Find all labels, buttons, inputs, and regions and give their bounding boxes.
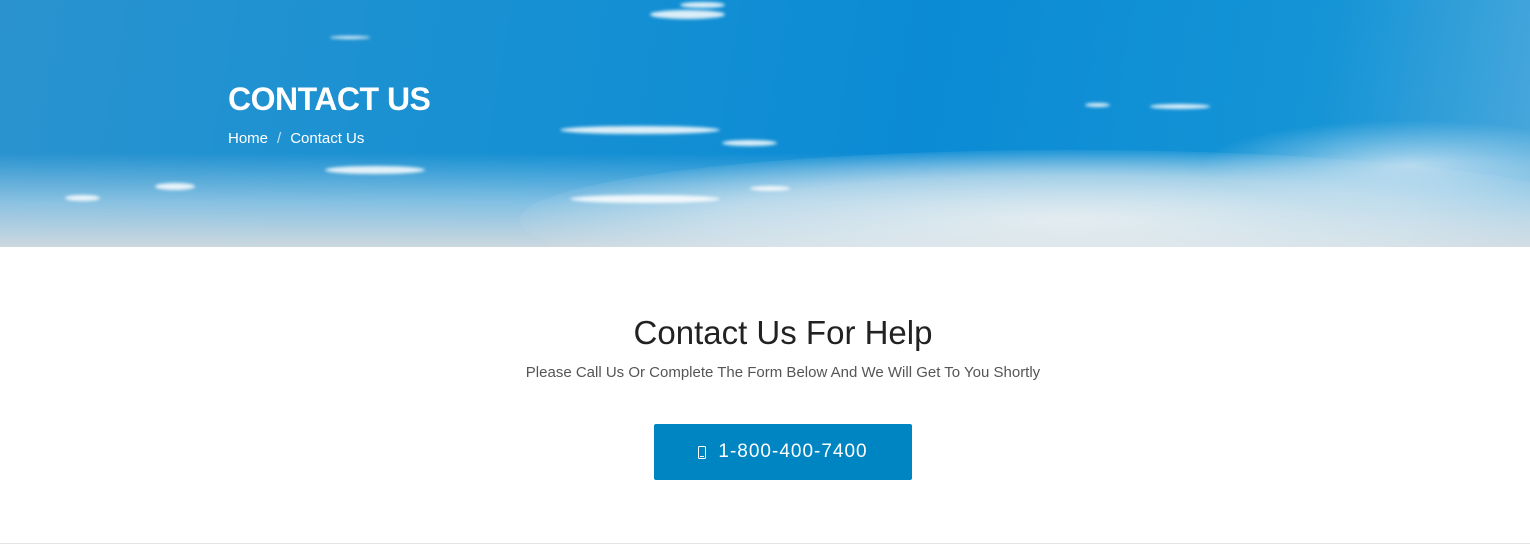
cloud [750, 186, 790, 191]
cloud [680, 2, 725, 8]
cloud [570, 195, 720, 203]
hero-content: CONTACT US Home / Contact Us [228, 80, 431, 147]
phone-number-label: 1-800-400-7400 [718, 441, 868, 462]
section-divider [0, 543, 1530, 544]
hero-banner: CONTACT US Home / Contact Us [0, 0, 1530, 247]
cloud [65, 195, 100, 201]
cloud [650, 10, 725, 19]
call-phone-button[interactable]: 1-800-400-7400 [654, 424, 912, 480]
page-title: CONTACT US [228, 81, 431, 117]
contact-section: Contact Us For Help Please Call Us Or Co… [0, 247, 1530, 544]
cloud [1150, 104, 1210, 109]
section-title: Contact Us For Help [633, 314, 933, 351]
cloud [560, 126, 720, 134]
breadcrumb-current: Contact Us [290, 130, 365, 147]
mobile-phone-icon [698, 445, 707, 459]
cloud [330, 36, 370, 39]
cloud [1085, 103, 1110, 107]
cloud [155, 183, 195, 190]
breadcrumb-home-link[interactable]: Home [228, 130, 268, 147]
section-subtitle: Please Call Us Or Complete The Form Belo… [525, 364, 1041, 381]
cloud [722, 140, 777, 146]
breadcrumb: Home / Contact Us [228, 130, 430, 147]
breadcrumb-separator: / [277, 130, 282, 147]
cloud [325, 166, 425, 174]
